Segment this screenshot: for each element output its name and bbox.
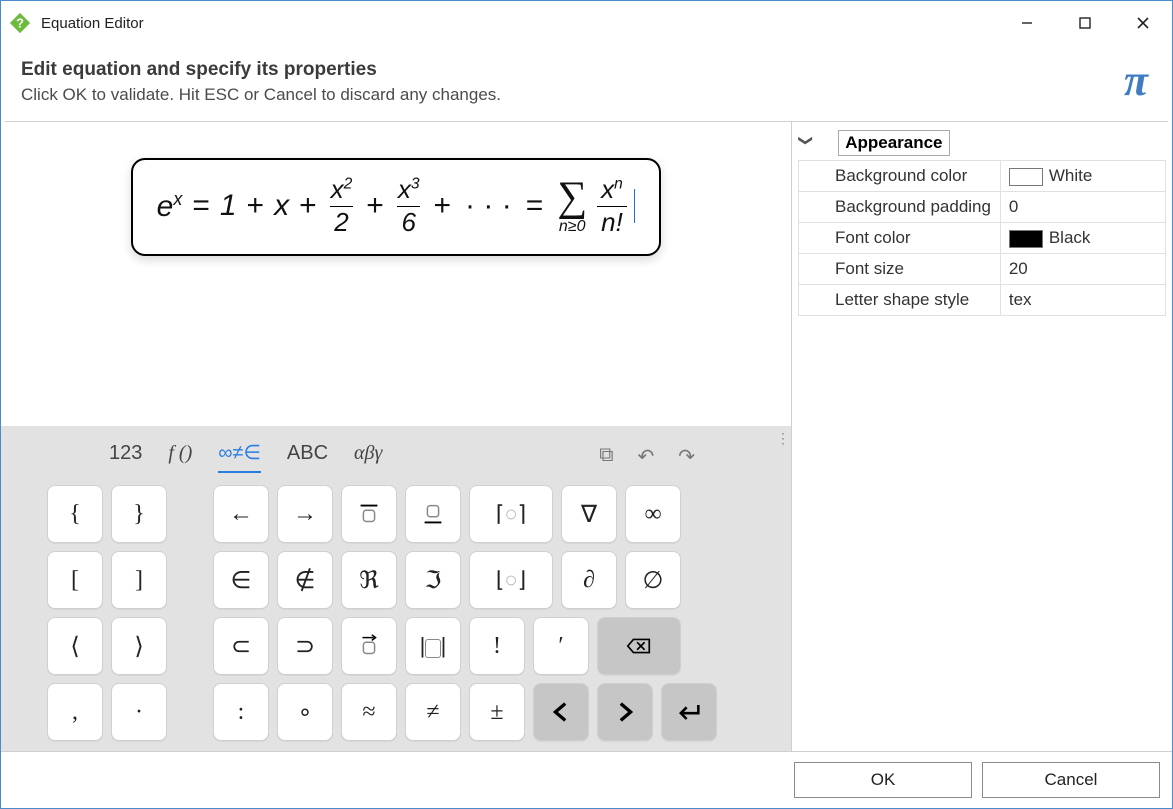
key-rangle[interactable]: ⟩: [111, 617, 167, 675]
key-approx[interactable]: ≈: [341, 683, 397, 741]
key-pm[interactable]: ±: [469, 683, 525, 741]
titlebar: ? Equation Editor: [1, 1, 1172, 45]
ok-button[interactable]: OK: [794, 762, 972, 798]
key-abs[interactable]: |o|: [405, 617, 461, 675]
properties-section-header[interactable]: Appearance: [838, 130, 949, 156]
prop-row-lettershape[interactable]: Letter shape style tex: [799, 285, 1166, 316]
key-circ[interactable]: ∘: [277, 683, 333, 741]
key-lbrace[interactable]: {: [47, 485, 103, 543]
prop-row-fontsize[interactable]: Font size 20: [799, 254, 1166, 285]
close-button[interactable]: [1114, 1, 1172, 45]
key-rbrace[interactable]: }: [111, 485, 167, 543]
key-colon[interactable]: :: [213, 683, 269, 741]
tab-symbols[interactable]: ∞≠∈: [218, 440, 261, 473]
prop-row-bgpadding[interactable]: Background padding 0: [799, 192, 1166, 223]
key-enter[interactable]: [661, 683, 717, 741]
key-right-arrow[interactable]: →: [277, 485, 333, 543]
properties-panel: ❯ Appearance Background color White Back…: [792, 122, 1172, 751]
key-re[interactable]: ℜ: [341, 551, 397, 609]
header-title: Edit equation and specify its properties: [21, 59, 1124, 81]
key-subset[interactable]: ⊂: [213, 617, 269, 675]
maximize-button[interactable]: [1056, 1, 1114, 45]
prop-row-fontcolor[interactable]: Font color Black: [799, 223, 1166, 254]
key-im[interactable]: ℑ: [405, 551, 461, 609]
key-cursor-right[interactable]: [597, 683, 653, 741]
key-langle[interactable]: ⟨: [47, 617, 103, 675]
redo-icon[interactable]: ↷: [678, 444, 695, 469]
key-infinity[interactable]: ∞: [625, 485, 681, 543]
key-emptyset[interactable]: ∅: [625, 551, 681, 609]
tab-functions[interactable]: f (): [168, 442, 192, 471]
key-nabla[interactable]: ∇: [561, 485, 617, 543]
panel-grip-icon[interactable]: ⋮: [776, 430, 788, 447]
key-neq[interactable]: ≠: [405, 683, 461, 741]
key-underline[interactable]: [405, 485, 461, 543]
symbol-keyboard: ⋮ 123 f () ∞≠∈ ABC αβγ ⧉ ↶ ↷ { } ←: [1, 426, 791, 751]
chevron-down-icon[interactable]: ❯: [797, 135, 814, 147]
key-partial[interactable]: ∂: [561, 551, 617, 609]
key-vector[interactable]: [341, 617, 397, 675]
text-cursor: [634, 189, 636, 223]
header: Edit equation and specify its properties…: [1, 45, 1172, 121]
key-supset[interactable]: ⊃: [277, 617, 333, 675]
key-rbracket[interactable]: ]: [111, 551, 167, 609]
header-subtitle: Click OK to validate. Hit ESC or Cancel …: [21, 85, 1124, 105]
key-backspace[interactable]: [597, 617, 681, 675]
svg-text:?: ?: [16, 16, 24, 31]
app-icon: ?: [9, 12, 31, 34]
key-ceil[interactable]: ⌈○⌉: [469, 485, 553, 543]
window-title: Equation Editor: [41, 15, 144, 32]
key-floor[interactable]: ⌊○⌋: [469, 551, 553, 609]
cancel-button[interactable]: Cancel: [982, 762, 1160, 798]
key-notin[interactable]: ∉: [277, 551, 333, 609]
key-bang[interactable]: !: [469, 617, 525, 675]
tab-numeric[interactable]: 123: [109, 442, 142, 471]
key-left-arrow[interactable]: ←: [213, 485, 269, 543]
key-comma[interactable]: ,: [47, 683, 103, 741]
key-prime[interactable]: ′: [533, 617, 589, 675]
key-overline[interactable]: [341, 485, 397, 543]
copy-icon[interactable]: ⧉: [599, 444, 613, 469]
key-cursor-left[interactable]: [533, 683, 589, 741]
pi-logo-icon: π: [1124, 59, 1152, 103]
tab-greek[interactable]: αβγ: [354, 442, 382, 471]
prop-row-bgcolor[interactable]: Background color White: [799, 161, 1166, 192]
undo-icon[interactable]: ↶: [637, 444, 654, 469]
key-lbracket[interactable]: [: [47, 551, 103, 609]
footer: OK Cancel: [1, 751, 1172, 808]
key-in[interactable]: ∈: [213, 551, 269, 609]
equation-preview[interactable]: ex = 1 + x + x22 + x36 + · · · = ∑n≥0 xn…: [1, 122, 791, 426]
key-cdot[interactable]: ·: [111, 683, 167, 741]
minimize-button[interactable]: [998, 1, 1056, 45]
tab-alpha[interactable]: ABC: [287, 442, 328, 471]
